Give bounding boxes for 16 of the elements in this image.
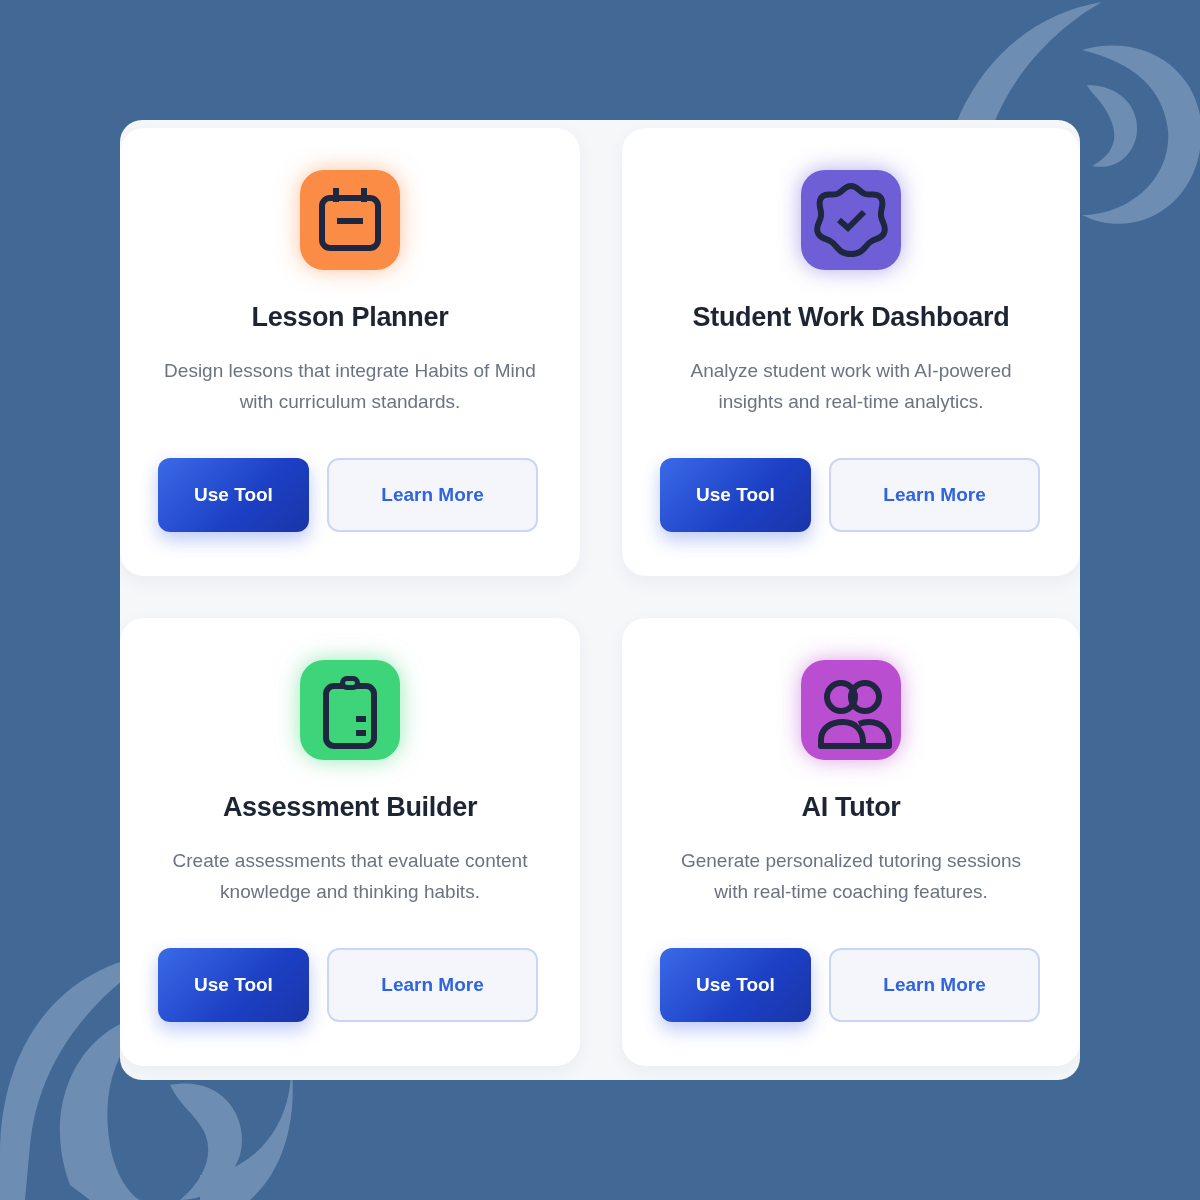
card-title: Lesson Planner (251, 302, 449, 333)
use-tool-button[interactable]: Use Tool (660, 948, 811, 1022)
use-tool-button[interactable]: Use Tool (158, 948, 309, 1022)
card-title: Assessment Builder (222, 792, 478, 823)
learn-more-button[interactable]: Learn More (829, 458, 1040, 532)
card-description: Design lessons that integrate Habits of Mind with curriculum standards. (164, 359, 536, 414)
card-description: Generate personalized tutoring sessions with real-time coaching features. (679, 849, 1023, 904)
learn-more-button[interactable]: Learn More (829, 948, 1040, 1022)
card-title: Student Work Dashboard (692, 302, 1010, 333)
learn-more-button[interactable]: Learn More (327, 948, 538, 1022)
card-description: Analyze student work with AI-powered insights and real-time analytics. (689, 359, 1013, 414)
use-tool-button[interactable]: Use Tool (660, 458, 811, 532)
card-title: AI Tutor (801, 792, 901, 823)
learn-more-button[interactable]: Learn More (327, 458, 538, 532)
use-tool-button[interactable]: Use Tool (158, 458, 309, 532)
card-description: Create assessments that evaluate content knowledge and thinking habits. (171, 849, 529, 904)
